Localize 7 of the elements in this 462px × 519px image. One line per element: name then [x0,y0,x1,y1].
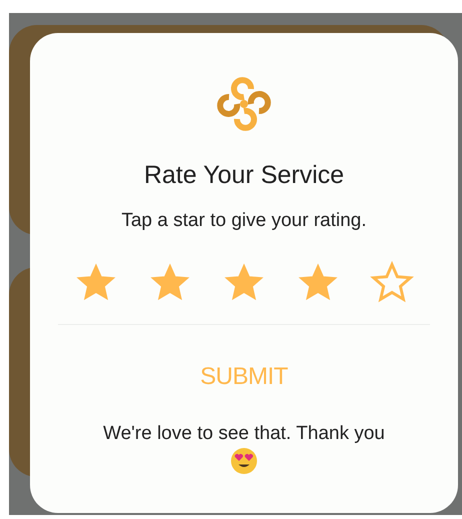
thank-you-message: We're love to see that. Thank you [103,423,385,445]
submit-button[interactable]: SUBMIT [190,357,298,397]
dialog-title: Rate Your Service [144,161,344,190]
heart-eyes-emoji-icon [230,447,258,475]
flower-logo-icon [215,75,273,133]
dialog-subtitle: Tap a star to give your rating. [121,210,366,232]
star-icon[interactable] [370,260,414,304]
